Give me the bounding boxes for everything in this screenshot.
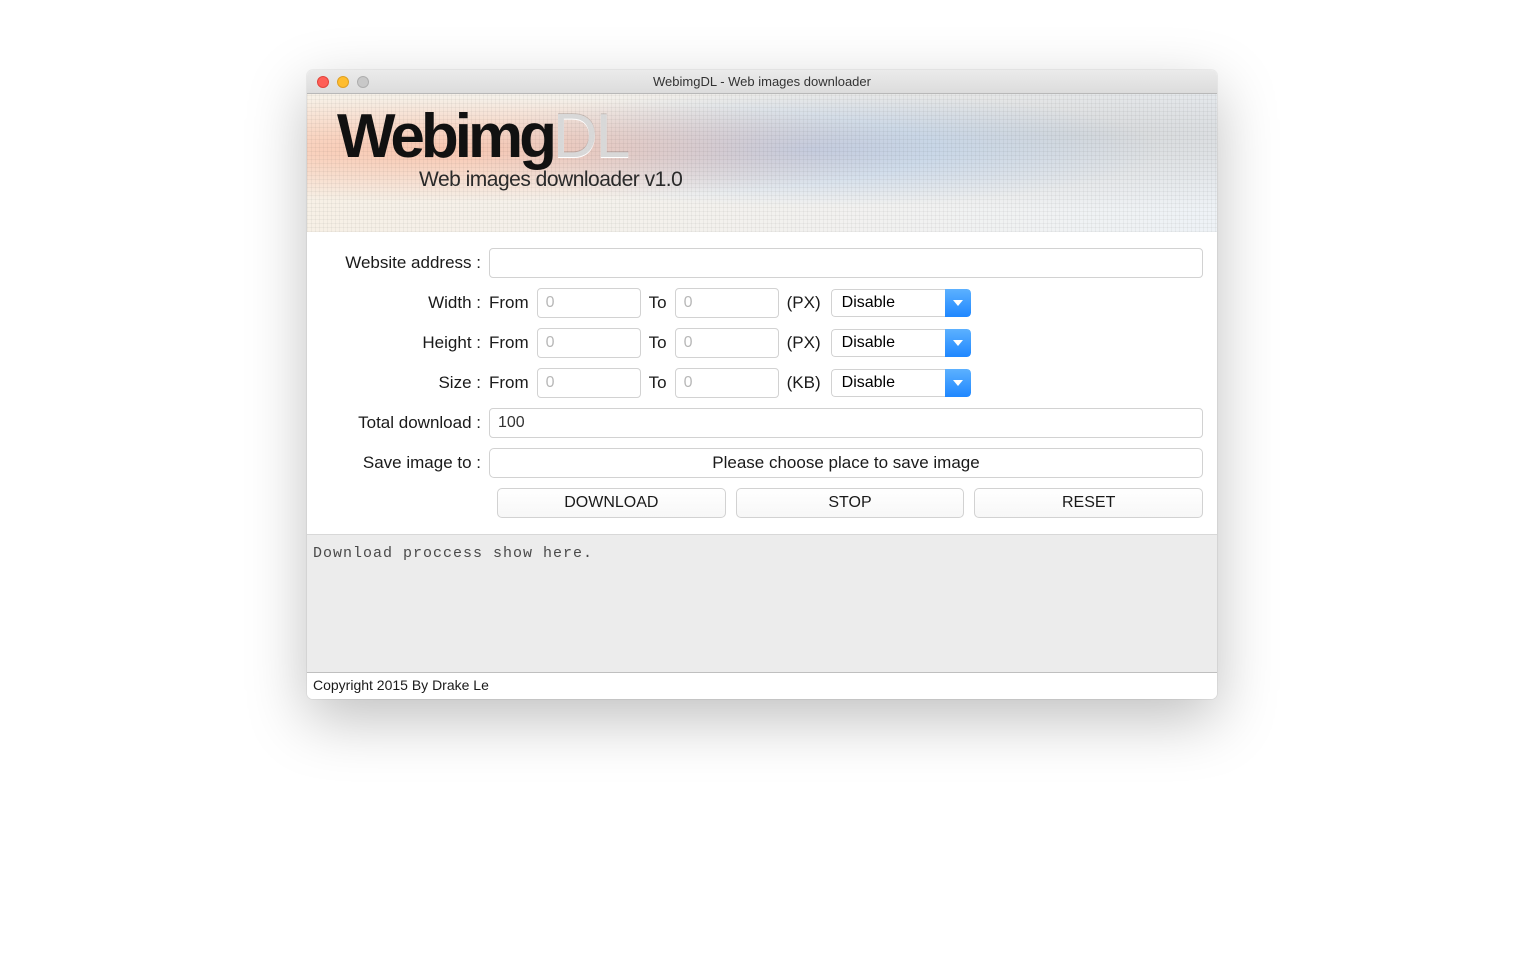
logo-text-primary: Webimg: [337, 102, 553, 171]
width-select[interactable]: Disable: [831, 289, 971, 317]
maximize-icon: [357, 76, 369, 88]
size-unit: (KB): [787, 373, 823, 393]
total-input[interactable]: [489, 408, 1203, 438]
chevron-down-icon: [945, 289, 971, 317]
action-row: DOWNLOAD STOP RESET: [497, 488, 1203, 518]
size-select-value: Disable: [831, 369, 945, 397]
size-to-input[interactable]: [675, 368, 779, 398]
logo-text-secondary: DL: [553, 102, 628, 171]
titlebar: WebimgDL - Web images downloader: [307, 70, 1217, 94]
row-total: Total download :: [321, 408, 1203, 438]
app-window: WebimgDL - Web images downloader WebimgD…: [307, 70, 1217, 699]
size-select[interactable]: Disable: [831, 369, 971, 397]
chevron-down-icon: [945, 369, 971, 397]
window-title: WebimgDL - Web images downloader: [307, 74, 1217, 89]
app-logo: WebimgDL: [337, 106, 1187, 168]
width-select-value: Disable: [831, 289, 945, 317]
width-from-label: From: [489, 293, 529, 313]
reset-button[interactable]: RESET: [974, 488, 1203, 518]
height-from-input[interactable]: [537, 328, 641, 358]
footer-copyright: Copyright 2015 By Drake Le: [307, 672, 1217, 699]
close-icon[interactable]: [317, 76, 329, 88]
website-input[interactable]: [489, 248, 1203, 278]
form-area: Website address : Width : From To (PX) D…: [307, 232, 1217, 534]
row-website: Website address :: [321, 248, 1203, 278]
row-width: Width : From To (PX) Disable: [321, 288, 1203, 318]
width-to-label: To: [649, 293, 667, 313]
row-size: Size : From To (KB) Disable: [321, 368, 1203, 398]
total-label: Total download :: [321, 413, 489, 433]
size-to-label: To: [649, 373, 667, 393]
height-label: Height :: [321, 333, 489, 353]
height-unit: (PX): [787, 333, 823, 353]
size-from-input[interactable]: [537, 368, 641, 398]
height-to-label: To: [649, 333, 667, 353]
stop-button[interactable]: STOP: [736, 488, 965, 518]
chevron-down-icon: [945, 329, 971, 357]
width-to-input[interactable]: [675, 288, 779, 318]
width-unit: (PX): [787, 293, 823, 313]
height-from-label: From: [489, 333, 529, 353]
size-label: Size :: [321, 373, 489, 393]
minimize-icon[interactable]: [337, 76, 349, 88]
height-select-value: Disable: [831, 329, 945, 357]
row-save: Save image to : Please choose place to s…: [321, 448, 1203, 478]
row-height: Height : From To (PX) Disable: [321, 328, 1203, 358]
download-button[interactable]: DOWNLOAD: [497, 488, 726, 518]
window-controls: [307, 76, 369, 88]
app-banner: WebimgDL Web images downloader v1.0: [307, 94, 1217, 232]
choose-save-location-button[interactable]: Please choose place to save image: [489, 448, 1203, 478]
app-subtitle: Web images downloader v1.0: [419, 168, 1187, 192]
height-to-input[interactable]: [675, 328, 779, 358]
size-from-label: From: [489, 373, 529, 393]
log-output: Download proccess show here.: [307, 534, 1217, 672]
width-from-input[interactable]: [537, 288, 641, 318]
website-label: Website address :: [321, 253, 489, 273]
width-label: Width :: [321, 293, 489, 313]
save-label: Save image to :: [321, 453, 489, 473]
height-select[interactable]: Disable: [831, 329, 971, 357]
